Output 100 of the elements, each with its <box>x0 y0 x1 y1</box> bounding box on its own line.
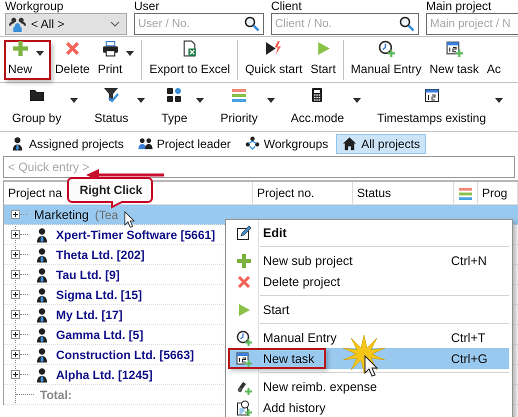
tab[interactable]: Assigned projects <box>4 134 130 154</box>
export-button[interactable]: Export to Excel <box>145 40 234 80</box>
workgroup-dropdown[interactable]: < All > <box>5 13 127 35</box>
tab[interactable]: Project leader <box>132 134 237 154</box>
expand-icon[interactable] <box>11 370 20 379</box>
new-task-button[interactable]: New task <box>426 40 483 80</box>
filter-dropdown[interactable]: Group by <box>8 85 82 129</box>
column-header[interactable]: Status <box>357 186 392 200</box>
quick-entry-field[interactable]: < Quick entry > <box>3 156 515 178</box>
expand-icon[interactable] <box>11 330 20 339</box>
folder-icon <box>28 87 45 103</box>
filter-dropdown[interactable]: Type <box>157 85 208 129</box>
client-name: My Ltd. [17] <box>56 308 123 322</box>
filter-dropdown[interactable]: Priority <box>216 85 279 129</box>
client-name: Xpert-Timer Software [5661] <box>56 228 216 242</box>
menu-item[interactable]: Add history <box>229 397 509 417</box>
tab[interactable]: Workgroups <box>238 134 334 154</box>
edit-icon <box>236 224 252 240</box>
caret-icon <box>70 98 78 103</box>
expand-icon[interactable] <box>11 210 20 219</box>
row-note: (Tea <box>94 208 118 222</box>
search-icon <box>244 16 260 32</box>
menu-item[interactable]: Manual Entry Ctrl+T <box>229 327 509 348</box>
search-field[interactable]: Client / No. <box>271 13 419 35</box>
person-icon <box>34 266 50 282</box>
expand-icon[interactable] <box>11 270 20 279</box>
tab[interactable]: All projects <box>336 134 426 154</box>
menu-item[interactable]: New reimb. expense <box>229 376 509 397</box>
person-icon <box>10 136 25 151</box>
person-icon <box>34 306 50 322</box>
spreadsheet-icon <box>181 40 198 56</box>
column-header[interactable]: Project no. <box>257 186 314 200</box>
mouse-pointer-icon <box>364 355 378 377</box>
filter-dropdown[interactable]: Status <box>90 85 150 129</box>
expand-icon[interactable] <box>11 230 20 239</box>
column-header[interactable]: Project na <box>8 186 62 200</box>
search-field[interactable]: User / No. <box>134 13 264 35</box>
clock-plus-icon <box>236 330 252 346</box>
column-header[interactable]: Prog <box>482 186 508 200</box>
expand-icon[interactable] <box>11 250 20 259</box>
plus-icon <box>236 252 252 268</box>
field-label: Client <box>271 0 303 13</box>
client-name: Alpha Ltd. [1245] <box>56 368 153 382</box>
person-icon <box>34 346 50 362</box>
chevron-down-icon <box>110 21 120 27</box>
person-icon <box>34 246 50 262</box>
caret-icon <box>266 98 275 103</box>
person-icon <box>34 226 50 242</box>
menu-item[interactable]: Start <box>229 299 509 320</box>
client-name: Theta Ltd. [202] <box>56 248 145 262</box>
menu-item[interactable]: New sub project Ctrl+N <box>229 250 509 271</box>
expand-icon[interactable] <box>11 290 20 299</box>
calendar-plus-icon <box>446 40 463 56</box>
total-label: Total: <box>40 388 72 402</box>
search-field[interactable]: Main project / N <box>426 13 518 35</box>
home-icon <box>342 136 358 151</box>
filter-dropdown[interactable]: Acc.mode <box>286 85 366 129</box>
expand-icon[interactable] <box>11 310 20 319</box>
caret-icon <box>353 98 362 103</box>
priority-lines-icon <box>458 186 473 200</box>
print-button[interactable]: Print <box>94 40 138 80</box>
delete-button[interactable]: Delete <box>51 40 94 80</box>
play-lightning-icon <box>265 40 282 56</box>
shortcut-label: Ctrl+N <box>451 254 488 268</box>
team-icon <box>9 16 26 32</box>
toolbar-button[interactable]: Ac <box>482 40 505 80</box>
sparkle-icon <box>342 334 386 374</box>
calendar-icon <box>424 87 440 103</box>
manual-entry-button[interactable]: Manual Entry <box>346 40 426 80</box>
filter-icon <box>103 87 120 103</box>
client-name: Gamma Ltd. [5] <box>56 328 144 342</box>
quick-start-button[interactable]: Quick start <box>241 40 306 80</box>
people-icon <box>138 136 153 151</box>
calendar-plus-icon <box>236 350 252 366</box>
person-icon <box>34 286 50 302</box>
mouse-pointer-icon <box>124 211 135 228</box>
priority-lines-icon <box>231 87 248 103</box>
menu-item[interactable]: Edit <box>229 222 509 243</box>
delete-icon <box>236 274 252 290</box>
person-icon <box>34 326 50 342</box>
plus-icon <box>12 40 28 56</box>
start-button[interactable]: Start <box>306 40 340 80</box>
client-name: Sigma Ltd. [15] <box>56 288 142 302</box>
clock-plus-icon <box>378 40 395 56</box>
field-label: Workgroup <box>5 0 64 13</box>
shortcut-label: Ctrl+T <box>451 330 486 344</box>
menu-item[interactable]: New task Ctrl+G <box>229 348 509 369</box>
caret-icon <box>137 98 146 103</box>
play-icon <box>236 302 252 318</box>
field-label: User <box>134 0 160 13</box>
callout-text: Right Click <box>80 183 142 197</box>
field-label: Main project <box>426 0 492 13</box>
menu-item[interactable]: Delete project <box>229 271 509 292</box>
caret-icon <box>495 98 504 103</box>
client-name: Construction Ltd. [5663] <box>56 348 194 362</box>
expand-icon[interactable] <box>11 350 20 359</box>
search-icon <box>399 16 415 32</box>
new-button[interactable]: New <box>4 40 52 80</box>
filter-dropdown[interactable]: Timestamps existing <box>373 85 508 129</box>
shortcut-label: Ctrl+G <box>451 352 488 366</box>
